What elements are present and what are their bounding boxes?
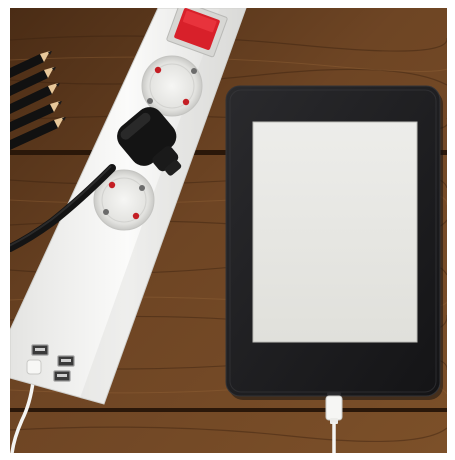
plank-seam-bottom [10, 408, 447, 412]
usb-plug-left [26, 359, 42, 375]
ereader-screen [252, 121, 418, 343]
usb-port-icon [57, 355, 75, 367]
socket-icon [141, 55, 203, 117]
usb-port-icon [53, 370, 71, 382]
usb-port-icon [31, 344, 49, 356]
photo-canvas [0, 0, 455, 460]
photo-scene [0, 0, 455, 460]
tablet-icon [225, 85, 443, 400]
